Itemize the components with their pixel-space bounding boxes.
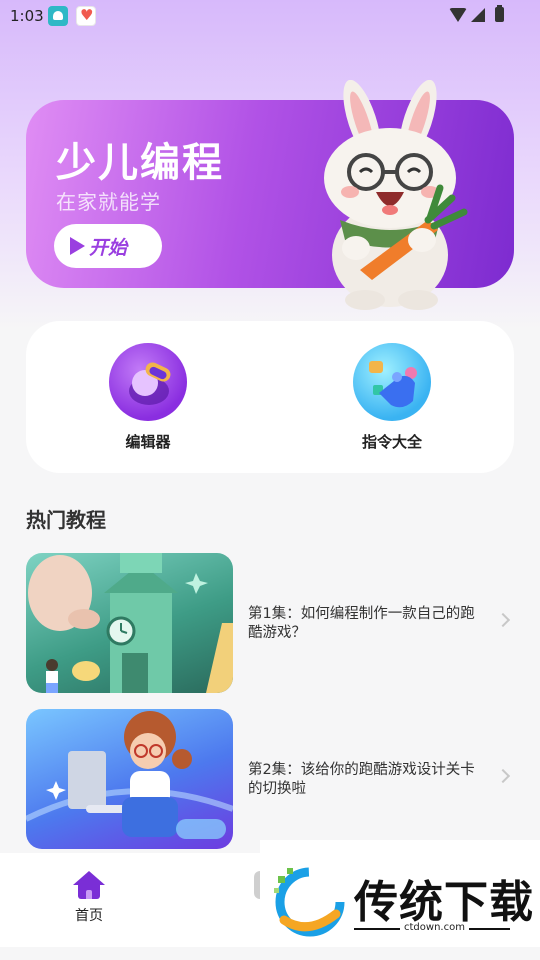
signal-icon	[471, 7, 485, 22]
status-indicators	[449, 5, 504, 22]
start-button-label: 开始	[89, 236, 128, 259]
app-notification-icon	[48, 6, 68, 26]
heart-notification-icon	[76, 6, 96, 26]
section-title-hot-tutorials: 热门教程	[26, 508, 106, 532]
tutorial-thumbnail	[26, 709, 233, 849]
start-button[interactable]: 开始	[54, 224, 162, 268]
commands-entry[interactable]: 指令大全	[322, 343, 462, 453]
editor-icon	[109, 343, 187, 421]
bunny-mascot-illustration	[324, 80, 468, 310]
nav-home-tab[interactable]: 首页	[56, 871, 122, 931]
tutorial-item[interactable]: 第1集：如何编程制作一款自己的跑酷游戏？	[26, 553, 514, 693]
watermark-text: 传统下载	[354, 877, 534, 928]
banner-subtitle: 在家就能学	[56, 190, 161, 214]
chevron-right-icon	[495, 612, 511, 628]
editor-label: 编辑器	[125, 433, 171, 451]
nav-home-label: 首页	[75, 908, 103, 924]
status-time: 1:03	[10, 7, 44, 25]
system-bottom-bar	[0, 947, 540, 960]
tutorial-thumbnail	[26, 553, 233, 693]
commands-label: 指令大全	[361, 433, 422, 451]
tutorial-title: 第2集：该给你的跑酷游戏设计关卡的切换啦	[248, 762, 475, 797]
quick-entry-card: 编辑器 指令大全	[26, 321, 514, 473]
status-bar: 1:03	[0, 0, 540, 32]
watermark-logo-icon	[274, 867, 345, 937]
wifi-icon	[449, 7, 467, 22]
home-icon	[73, 871, 105, 899]
commands-icon	[353, 343, 431, 421]
editor-entry[interactable]: 编辑器	[78, 343, 218, 453]
banner-title: 少儿编程	[56, 140, 224, 186]
tutorial-item[interactable]: 第2集：该给你的跑酷游戏设计关卡的切换啦	[26, 709, 514, 849]
play-icon	[70, 237, 85, 255]
battery-icon	[495, 5, 504, 22]
watermark: 传统下载 ctdown.com	[260, 840, 540, 960]
chevron-right-icon	[495, 768, 511, 784]
tutorial-title: 第1集：如何编程制作一款自己的跑酷游戏？	[248, 606, 475, 641]
watermark-url: ctdown.com	[400, 922, 469, 933]
